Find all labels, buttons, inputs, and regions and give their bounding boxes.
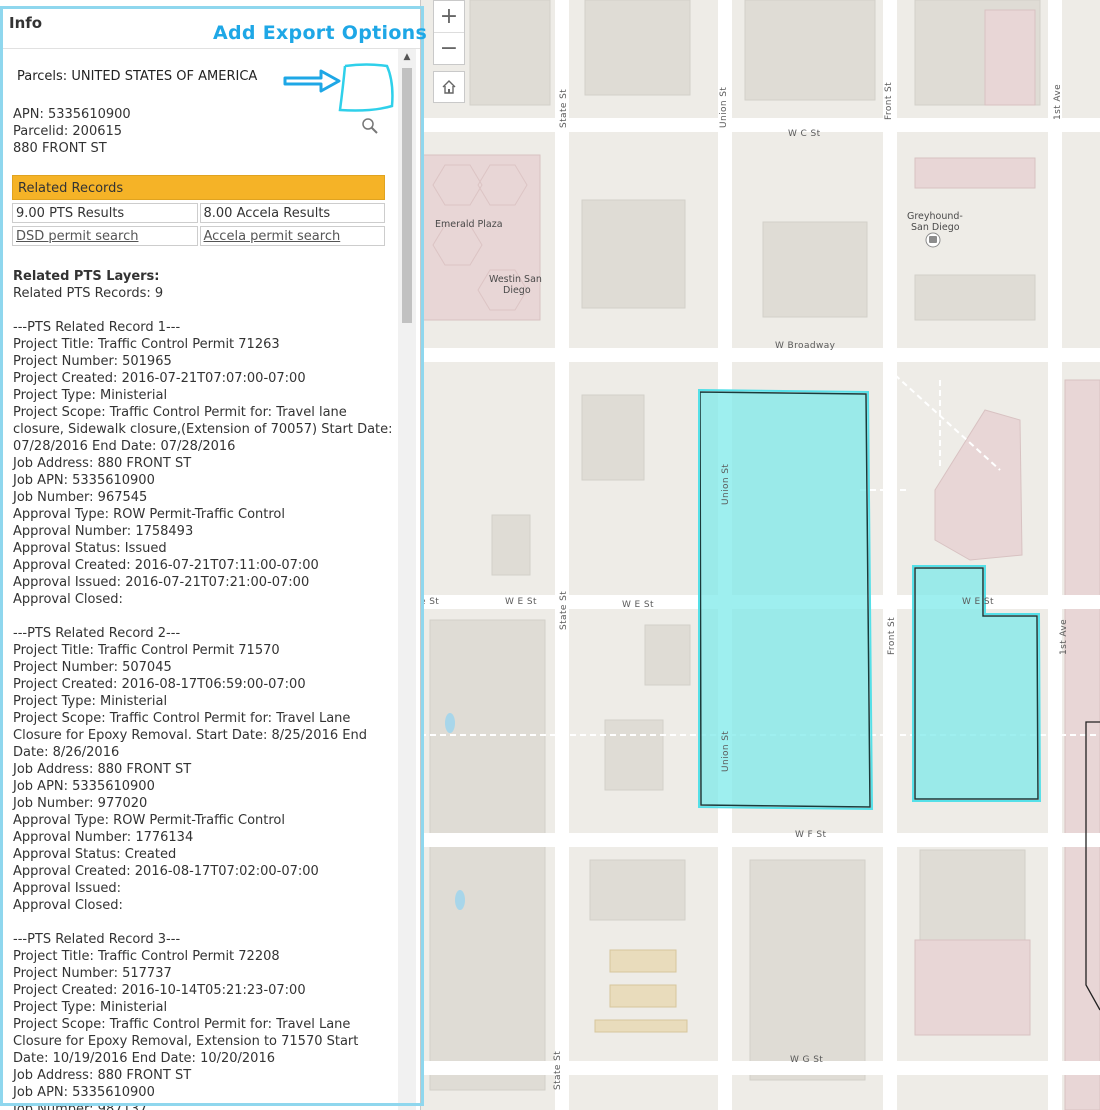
related-pts-layers-label: Related PTS Layers: <box>13 269 160 284</box>
record-line: Job Address: 880 FRONT ST <box>13 762 192 777</box>
street-label: 1st Ave <box>1059 619 1069 655</box>
table-row: DSD permit search Accela permit search <box>12 226 385 246</box>
record-line: Project Type: Ministerial <box>13 694 168 709</box>
record-line: Approval Closed: <box>13 898 123 913</box>
record-line: Project Created: 2016-10-14T05:21:23-07:… <box>13 983 306 998</box>
record-line: Project Created: 2016-08-17T06:59:00-07:… <box>13 677 306 692</box>
record-line: Project Scope: Traffic Control Permit fo… <box>13 1017 359 1066</box>
record-line: Approval Type: ROW Permit-Traffic Contro… <box>13 813 285 828</box>
accela-permit-cell: Accela permit search <box>199 226 385 246</box>
street-label: Front St <box>887 617 897 655</box>
record-line: Job Number: 987137 <box>13 1102 148 1110</box>
street-label: W F St <box>795 830 827 840</box>
parcel-identifiers: APN: 5335610900 Parcelid: 200615 880 FRO… <box>13 106 131 157</box>
record-line: Approval Type: ROW Permit-Traffic Contro… <box>13 507 285 522</box>
record-line: Job Number: 967545 <box>13 490 148 505</box>
record-line: Approval Created: 2016-07-21T07:11:00-07… <box>13 558 319 573</box>
info-panel: Info Parcels: UNITED STATES OF AMERICA A… <box>0 0 421 1110</box>
street-label: Union St <box>721 731 731 772</box>
feature-heading: Parcels: UNITED STATES OF AMERICA <box>17 69 258 84</box>
record-line: Job APN: 5335610900 <box>13 473 155 488</box>
accela-results-cell: 8.00 Accela Results <box>199 203 385 223</box>
related-records-header: Related Records <box>12 175 385 200</box>
home-icon <box>442 80 456 94</box>
scrollbar-thumb[interactable] <box>402 68 412 323</box>
poi-label: Greyhound- <box>907 211 963 222</box>
related-records-table: Related Records 9.00 PTS Results 8.00 Ac… <box>12 175 385 246</box>
dsd-permit-cell: DSD permit search <box>12 226 198 246</box>
record-line: Project Scope: Traffic Control Permit fo… <box>13 405 393 454</box>
record-line: Job APN: 5335610900 <box>13 1085 155 1100</box>
street-label: Front St <box>884 82 894 120</box>
related-pts-records-count: Related PTS Records: 9 <box>13 286 164 301</box>
pts-record: ---PTS Related Record 1--- Project Title:… <box>13 319 393 608</box>
scroll-up-arrow-icon[interactable]: ▲ <box>398 49 416 65</box>
record-line: Approval Issued: 2016-07-21T07:21:00-07:… <box>13 575 310 590</box>
panel-title: Info <box>9 14 43 32</box>
scrollbar[interactable]: ▲ <box>398 49 416 1110</box>
zoom-to-icon[interactable] <box>361 117 379 135</box>
record-line: Approval Created: 2016-08-17T07:02:00-07… <box>13 864 319 879</box>
record-line: Approval Number: 1758493 <box>13 524 194 539</box>
annotation-box-icon <box>338 63 394 112</box>
street-label: W G St <box>790 1055 823 1065</box>
street-label: State St <box>553 1051 563 1090</box>
record-line: Project Title: Traffic Control Permit 72… <box>13 949 280 964</box>
record-line: Approval Status: Created <box>13 847 177 862</box>
pts-records: Related PTS Layers: Related PTS Records:… <box>13 268 393 1110</box>
record-line: ---PTS Related Record 3--- <box>13 932 181 947</box>
record-line: Project Created: 2016-07-21T07:07:00-07:… <box>13 371 306 386</box>
poi-label: Emerald Plaza <box>435 219 503 230</box>
record-line: Project Type: Ministerial <box>13 388 168 403</box>
address-text: 880 FRONT ST <box>13 141 107 156</box>
street-label: W Broadway <box>775 341 836 351</box>
annotation-arrow-icon <box>283 69 341 93</box>
record-line: Approval Status: Issued <box>13 541 167 556</box>
street-label: W E St <box>622 600 654 610</box>
table-row: 9.00 PTS Results 8.00 Accela Results <box>12 203 385 223</box>
record-line: Project Scope: Traffic Control Permit fo… <box>13 711 367 760</box>
poi-label: San Diego <box>911 222 960 233</box>
zoom-in-button[interactable]: + <box>434 1 464 32</box>
record-line: Project Number: 507045 <box>13 660 172 675</box>
street-label: State St <box>559 591 569 630</box>
record-line: Job APN: 5335610900 <box>13 779 155 794</box>
record-line: ---PTS Related Record 1--- <box>13 320 181 335</box>
street-label: State St <box>559 89 569 128</box>
record-line: Job Address: 880 FRONT ST <box>13 456 192 471</box>
street-label: 1st Ave <box>1053 84 1063 120</box>
record-line: Project Title: Traffic Control Permit 71… <box>13 643 280 658</box>
street-label: W E St <box>505 597 537 607</box>
record-line: ---PTS Related Record 2--- <box>13 626 181 641</box>
home-button[interactable] <box>433 71 465 103</box>
pts-record: ---PTS Related Record 2--- Project Title:… <box>13 625 393 914</box>
record-line: Project Type: Ministerial <box>13 1000 168 1015</box>
pts-results-cell: 9.00 PTS Results <box>12 203 198 223</box>
parcelid-text: Parcelid: 200615 <box>13 124 123 139</box>
record-line: Approval Number: 1776134 <box>13 830 194 845</box>
record-line: Project Number: 501965 <box>13 354 172 369</box>
street-label: W C St <box>788 129 821 139</box>
record-line: Approval Closed: <box>13 592 123 607</box>
zoom-out-button[interactable]: − <box>434 32 464 64</box>
record-line: Job Number: 977020 <box>13 796 148 811</box>
apn-text: APN: 5335610900 <box>13 107 131 122</box>
street-label: Union St <box>719 87 729 128</box>
record-line: Project Number: 517737 <box>13 966 172 981</box>
record-line: Job Address: 880 FRONT ST <box>13 1068 192 1083</box>
street-label: W E St <box>962 597 994 607</box>
dsd-permit-search-link[interactable]: DSD permit search <box>16 229 138 244</box>
accela-permit-search-link[interactable]: Accela permit search <box>204 229 341 244</box>
record-line: Approval Issued: <box>13 881 122 896</box>
street-label: Union St <box>721 464 731 505</box>
annotation-title: Add Export Options <box>213 22 428 44</box>
pts-record: ---PTS Related Record 3--- Project Title:… <box>13 931 393 1110</box>
popup-content[interactable]: Parcels: UNITED STATES OF AMERICA APN: 5… <box>0 49 398 1110</box>
street-label: e St <box>420 597 439 607</box>
record-line: Project Title: Traffic Control Permit 71… <box>13 337 280 352</box>
zoom-control: + − <box>433 0 465 65</box>
poi-label: Diego <box>503 285 531 296</box>
record-list: ---PTS Related Record 1--- Project Title:… <box>13 319 393 1110</box>
poi-label: Westin San <box>489 274 542 285</box>
